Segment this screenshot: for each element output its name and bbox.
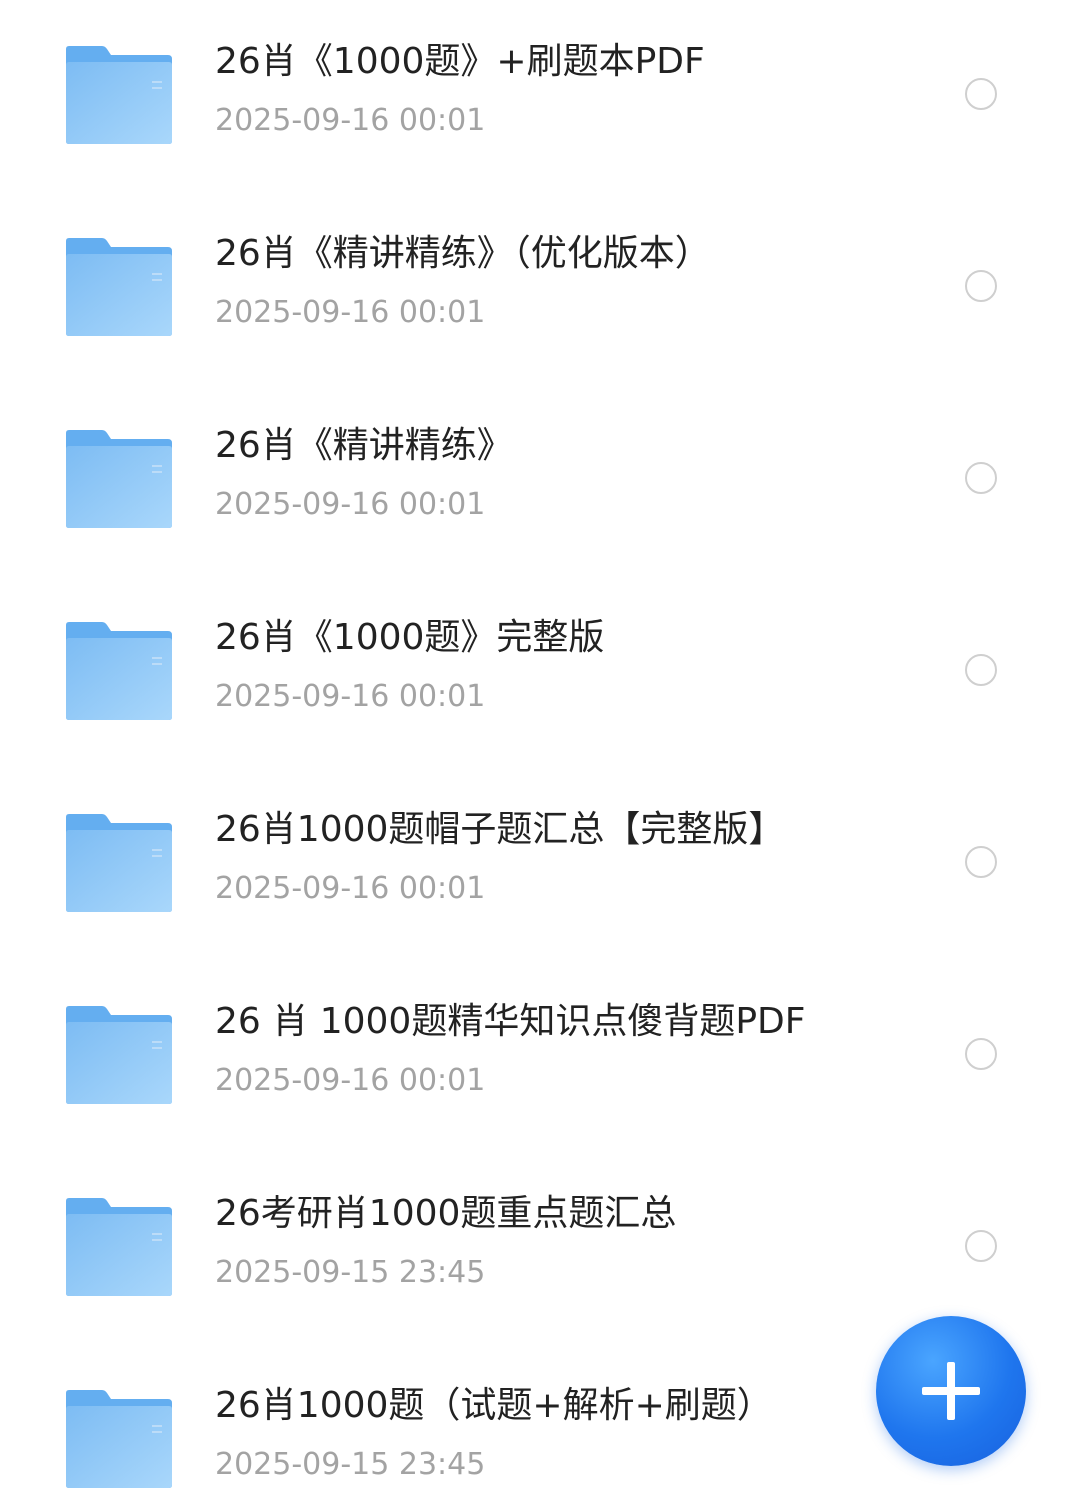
file-row[interactable]: 26肖《精讲精练》 2025-09-16 00:01 xyxy=(0,384,1079,576)
file-row[interactable]: 26肖1000题帽子题汇总【完整版】 2025-09-16 00:01 xyxy=(0,768,1079,960)
select-radio[interactable] xyxy=(965,1038,997,1070)
select-radio[interactable] xyxy=(965,846,997,878)
folder-icon xyxy=(64,1197,174,1297)
file-date: 2025-09-16 00:01 xyxy=(215,679,486,714)
folder-icon xyxy=(64,237,174,337)
file-name: 26肖《精讲精练》 xyxy=(215,425,513,466)
add-button[interactable] xyxy=(876,1316,1026,1466)
file-row[interactable]: 26 肖 1000题精华知识点傻背题PDF 2025-09-16 00:01 xyxy=(0,960,1079,1152)
file-row[interactable]: 26肖《1000题》+刷题本PDF 2025-09-16 00:01 xyxy=(0,0,1079,192)
file-date: 2025-09-15 23:45 xyxy=(215,1447,486,1482)
file-date: 2025-09-16 00:01 xyxy=(215,295,486,330)
file-name: 26肖《1000题》+刷题本PDF xyxy=(215,41,705,82)
select-radio[interactable] xyxy=(965,462,997,494)
file-name: 26肖《精讲精练》（优化版本） xyxy=(215,233,711,274)
file-row[interactable]: 26肖《1000题》完整版 2025-09-16 00:01 xyxy=(0,576,1079,768)
file-name: 26肖1000题帽子题汇总【完整版】 xyxy=(215,809,785,850)
file-date: 2025-09-15 23:45 xyxy=(215,1255,486,1290)
file-row[interactable]: 26考研肖1000题重点题汇总 2025-09-15 23:45 xyxy=(0,1152,1079,1344)
select-radio[interactable] xyxy=(965,654,997,686)
select-radio[interactable] xyxy=(965,1230,997,1262)
file-date: 2025-09-16 00:01 xyxy=(215,103,486,138)
file-date: 2025-09-16 00:01 xyxy=(215,487,486,522)
select-radio[interactable] xyxy=(965,78,997,110)
folder-icon xyxy=(64,429,174,529)
file-date: 2025-09-16 00:01 xyxy=(215,1063,486,1098)
folder-icon xyxy=(64,621,174,721)
file-name: 26肖《1000题》完整版 xyxy=(215,617,605,658)
file-row[interactable]: 26肖《精讲精练》（优化版本） 2025-09-16 00:01 xyxy=(0,192,1079,384)
file-name: 26肖1000题（试题+解析+刷题） xyxy=(215,1385,773,1426)
folder-icon xyxy=(64,813,174,913)
file-date: 2025-09-16 00:01 xyxy=(215,871,486,906)
folder-icon xyxy=(64,1005,174,1105)
file-name: 26考研肖1000题重点题汇总 xyxy=(215,1193,677,1234)
folder-icon xyxy=(64,45,174,145)
folder-icon xyxy=(64,1389,174,1489)
plus-icon-stroke xyxy=(947,1362,955,1420)
file-list: 26肖《1000题》+刷题本PDF 2025-09-16 00:01 26肖《精… xyxy=(0,0,1079,1488)
select-radio[interactable] xyxy=(965,270,997,302)
file-name: 26 肖 1000题精华知识点傻背题PDF xyxy=(215,1001,806,1042)
